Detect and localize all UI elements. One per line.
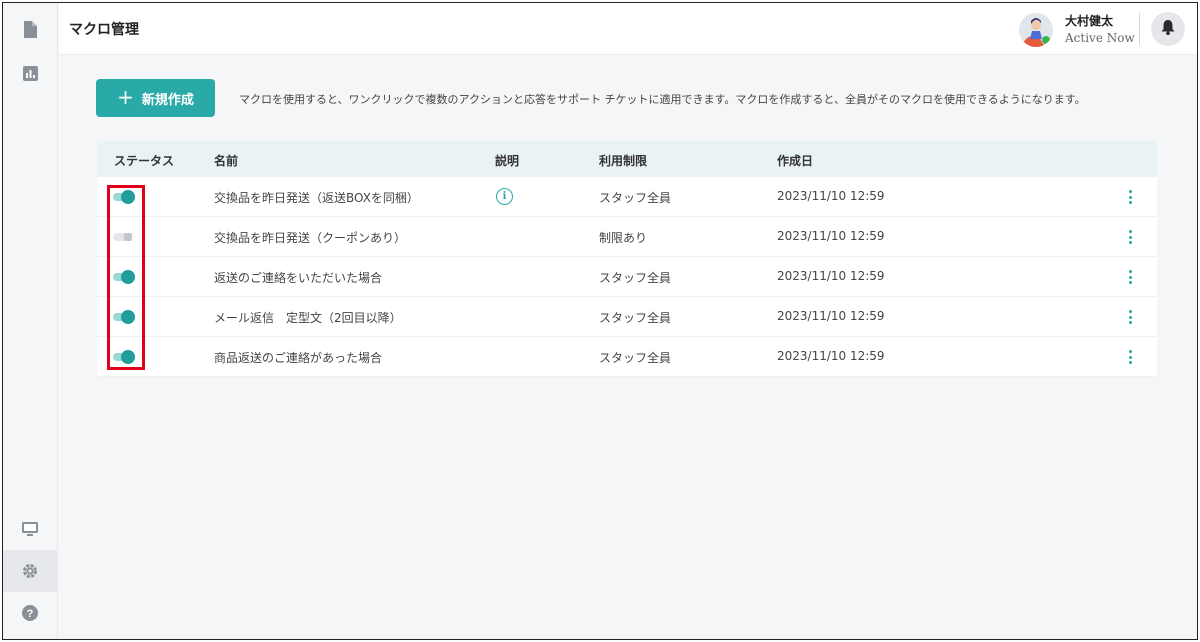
- header-divider: [1139, 13, 1140, 45]
- column-header-created[interactable]: 作成日: [777, 152, 813, 169]
- more-options-icon[interactable]: [1123, 189, 1137, 205]
- status-toggle[interactable]: [111, 309, 135, 325]
- macro-description-text: マクロを使用すると、ワンクリックで複数のアクションと応答をサポート チケットに適…: [239, 93, 1086, 106]
- macro-created-date: 2023/11/10 12:59: [777, 309, 885, 323]
- macro-name: メール返信 定型文（2回目以降）: [214, 311, 402, 325]
- page-title: マクロ管理: [69, 22, 139, 38]
- new-macro-button-label: 新規作成: [141, 92, 194, 108]
- macro-created-date: 2023/11/10 12:59: [777, 229, 885, 243]
- more-options-icon[interactable]: [1123, 349, 1137, 365]
- bell-icon: [1161, 19, 1175, 39]
- column-header-name[interactable]: 名前: [214, 152, 238, 169]
- macro-limit: スタッフ全員: [599, 191, 672, 205]
- column-header-status[interactable]: ステータス: [114, 152, 174, 169]
- more-options-icon[interactable]: [1123, 309, 1137, 325]
- status-toggle[interactable]: [111, 189, 135, 205]
- table-row[interactable]: 商品返送のご連絡があった場合 スタッフ全員 2023/11/10 12:59: [97, 337, 1157, 377]
- macro-limit: スタッフ全員: [599, 351, 672, 365]
- user-status: Active Now: [1065, 31, 1135, 45]
- column-header-limit[interactable]: 利用制限: [599, 152, 647, 169]
- macro-name: 商品返送のご連絡があった場合: [214, 351, 383, 365]
- macro-name: 返送のご連絡をいただいた場合: [214, 271, 383, 285]
- macro-limit: スタッフ全員: [599, 271, 672, 285]
- chart-icon[interactable]: [20, 63, 40, 83]
- table-row[interactable]: 返送のご連絡をいただいた場合 スタッフ全員 2023/11/10 12:59: [97, 257, 1157, 297]
- macro-created-date: 2023/11/10 12:59: [777, 349, 885, 363]
- table-row[interactable]: 交換品を昨日発送（クーポンあり） 制限あり 2023/11/10 12:59: [97, 217, 1157, 257]
- sidebar: ?: [3, 3, 58, 639]
- macro-name: 交換品を昨日発送（クーポンあり）: [214, 231, 407, 245]
- notification-button[interactable]: [1151, 12, 1185, 46]
- status-toggle[interactable]: [111, 269, 135, 285]
- macro-table: ステータス 名前 説明 利用制限 作成日 交換品を昨日発送（返送BOXを同梱） …: [97, 141, 1157, 377]
- macro-name: 交換品を昨日発送（返送BOXを同梱）: [214, 191, 419, 205]
- monitor-icon[interactable]: [20, 519, 40, 539]
- macro-limit: スタッフ全員: [599, 311, 672, 325]
- status-toggle[interactable]: [111, 349, 135, 365]
- app-window: ? マクロ管理 大村健太 Active Now + 新規作成 マクロを使用すると…: [2, 2, 1198, 640]
- table-row[interactable]: 交換品を昨日発送（返送BOXを同梱） i スタッフ全員 2023/11/10 1…: [97, 177, 1157, 217]
- svg-text:?: ?: [27, 608, 34, 620]
- gear-icon[interactable]: [20, 561, 40, 581]
- document-icon[interactable]: [20, 19, 40, 39]
- macro-limit: 制限あり: [599, 231, 648, 245]
- plus-icon: +: [117, 85, 134, 109]
- table-header: ステータス 名前 説明 利用制限 作成日: [97, 141, 1157, 177]
- column-header-description[interactable]: 説明: [495, 152, 519, 169]
- info-icon[interactable]: i: [496, 188, 513, 205]
- avatar[interactable]: [1019, 13, 1053, 47]
- table-row[interactable]: メール返信 定型文（2回目以降） スタッフ全員 2023/11/10 12:59: [97, 297, 1157, 337]
- more-options-icon[interactable]: [1123, 229, 1137, 245]
- user-name: 大村健太: [1065, 14, 1114, 28]
- new-macro-button[interactable]: + 新規作成: [96, 79, 215, 117]
- macro-created-date: 2023/11/10 12:59: [777, 189, 885, 203]
- header: マクロ管理 大村健太 Active Now: [59, 3, 1197, 55]
- help-icon[interactable]: ?: [20, 603, 40, 623]
- status-toggle[interactable]: [111, 229, 135, 245]
- more-options-icon[interactable]: [1123, 269, 1137, 285]
- macro-created-date: 2023/11/10 12:59: [777, 269, 885, 283]
